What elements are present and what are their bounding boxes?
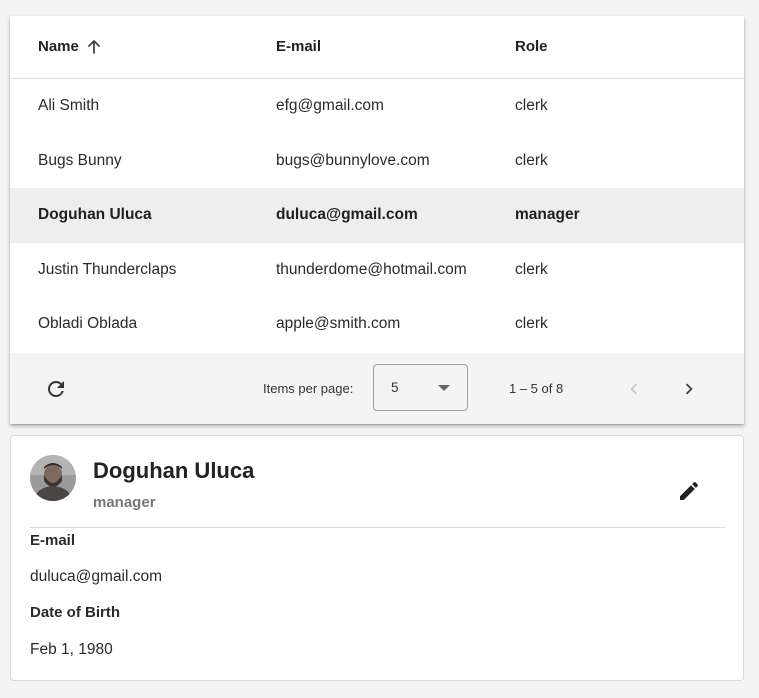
paginator: Items per page: 5 1 – 5 of 8 <box>10 353 744 424</box>
divider <box>30 527 725 528</box>
users-table-card: Name E-mail Role Ali Smith efg@gmail.com… <box>10 16 744 424</box>
caret-down-icon <box>438 385 450 391</box>
cell-email: efg@gmail.com <box>276 97 384 114</box>
cell-role: clerk <box>515 97 548 114</box>
pencil-icon <box>680 481 699 500</box>
table-body: Ali Smith efg@gmail.com clerk Bugs Bunny… <box>10 79 744 352</box>
email-label: E-mail <box>30 532 76 549</box>
date-of-birth-label: Date of Birth <box>30 604 120 621</box>
table-row[interactable]: Bugs Bunny bugs@bunnylove.com clerk <box>10 134 744 189</box>
cell-email: apple@smith.com <box>276 315 401 333</box>
cell-name: Bugs Bunny <box>38 151 122 169</box>
column-header-role[interactable]: Role <box>515 16 548 78</box>
items-per-page-label: Items per page: <box>263 381 354 396</box>
chevron-right-icon <box>685 383 693 395</box>
user-name: Doguhan Uluca <box>93 458 255 483</box>
previous-page-button[interactable] <box>619 374 649 404</box>
table-row[interactable]: Justin Thunderclaps thunderdome@hotmail.… <box>10 243 744 298</box>
user-detail-card: Doguhan Uluca manager E-mail duluca@gmai… <box>10 435 744 681</box>
table-row[interactable]: Obladi Oblada apple@smith.com clerk <box>10 297 744 352</box>
cell-role: clerk <box>515 315 548 333</box>
cell-role: manager <box>515 206 580 224</box>
cell-email: bugs@bunnylove.com <box>276 151 430 169</box>
refresh-button[interactable] <box>40 373 72 405</box>
avatar <box>30 455 76 501</box>
cell-name: Doguhan Uluca <box>38 206 152 224</box>
user-role: manager <box>93 494 156 511</box>
cell-role: clerk <box>515 151 548 169</box>
column-header-name[interactable]: Name <box>38 16 79 78</box>
cell-email: thunderdome@hotmail.com <box>276 260 467 278</box>
email-value: duluca@gmail.com <box>30 568 163 585</box>
cell-email: duluca@gmail.com <box>276 206 418 224</box>
next-page-button[interactable] <box>674 374 704 404</box>
cell-name: Obladi Oblada <box>38 315 138 333</box>
items-per-page-select[interactable]: 5 <box>373 364 468 411</box>
column-header-email[interactable]: E-mail <box>276 16 321 78</box>
edit-button[interactable] <box>675 477 703 505</box>
table-header-row: Name E-mail Role <box>10 16 744 79</box>
arrow-up-icon[interactable] <box>87 39 101 55</box>
refresh-icon <box>48 381 64 397</box>
cell-role: clerk <box>515 260 548 278</box>
chevron-left-icon <box>630 383 638 395</box>
table-row[interactable]: Doguhan Uluca duluca@gmail.com manager <box>10 188 744 243</box>
date-of-birth-value: Feb 1, 1980 <box>30 641 113 658</box>
cell-name: Ali Smith <box>38 97 100 114</box>
table-row[interactable]: Ali Smith efg@gmail.com clerk <box>10 79 744 134</box>
cell-name: Justin Thunderclaps <box>38 260 177 278</box>
page-range-label: 1 – 5 of 8 <box>509 381 564 396</box>
items-per-page-value: 5 <box>391 380 399 395</box>
